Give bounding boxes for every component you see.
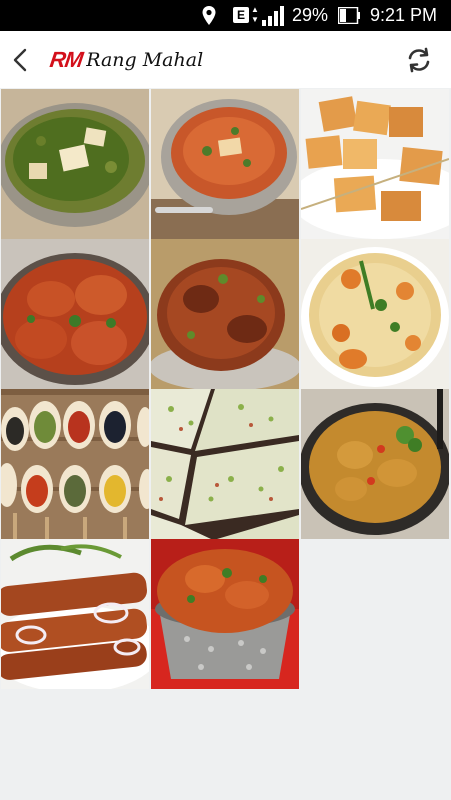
spices-image xyxy=(1,389,149,539)
clock: 9:21 PM xyxy=(370,5,438,25)
refresh-icon xyxy=(408,47,430,73)
chicken-curry-bowl-image xyxy=(301,389,449,539)
gallery-item-spices[interactable] xyxy=(1,389,149,539)
refresh-button[interactable] xyxy=(402,43,436,77)
status-bar: E ▲ ▼ 29% 9:21 PM xyxy=(0,0,451,31)
gallery-item-roast-chicken[interactable] xyxy=(151,239,299,389)
pista-barfi-image xyxy=(151,389,299,539)
logo-mark: RM xyxy=(48,47,85,72)
gallery-item-chicken-curry-bowl[interactable] xyxy=(301,389,449,539)
data-arrows-icon: ▲ ▼ xyxy=(251,5,259,24)
roast-chicken-image xyxy=(151,239,299,389)
gallery-item-paneer-curry[interactable] xyxy=(151,89,299,239)
logo-name: Rang Mahal xyxy=(86,49,204,71)
back-button[interactable] xyxy=(4,40,36,80)
gallery-item-paneer-tikka-skewers[interactable] xyxy=(301,89,449,239)
battery-percent: 29% xyxy=(292,5,329,25)
app-bar: RM Rang Mahal xyxy=(0,31,451,88)
gallery-item-seekh-kebab[interactable] xyxy=(1,539,149,689)
biryani-image xyxy=(301,239,449,389)
gallery-item-chicken-handi[interactable] xyxy=(151,539,299,689)
battery-icon xyxy=(338,7,360,24)
chicken-handi-image xyxy=(151,539,299,689)
gallery-item-palak-paneer[interactable] xyxy=(1,89,149,239)
paneer-tikka-image xyxy=(301,89,449,239)
network-type-badge: E xyxy=(233,7,249,23)
palak-paneer-image xyxy=(1,89,149,239)
gallery-item-biryani[interactable] xyxy=(301,239,449,389)
paneer-curry-image xyxy=(151,89,299,239)
location-icon xyxy=(202,6,216,25)
back-arrow-icon xyxy=(13,48,27,72)
seekh-kebab-image xyxy=(1,539,149,689)
app-logo: RM Rang Mahal xyxy=(48,46,204,74)
gallery-item-butter-chicken[interactable] xyxy=(1,239,149,389)
gallery-item-pista-barfi[interactable] xyxy=(151,389,299,539)
butter-chicken-image xyxy=(1,239,149,389)
signal-icon xyxy=(262,6,284,26)
